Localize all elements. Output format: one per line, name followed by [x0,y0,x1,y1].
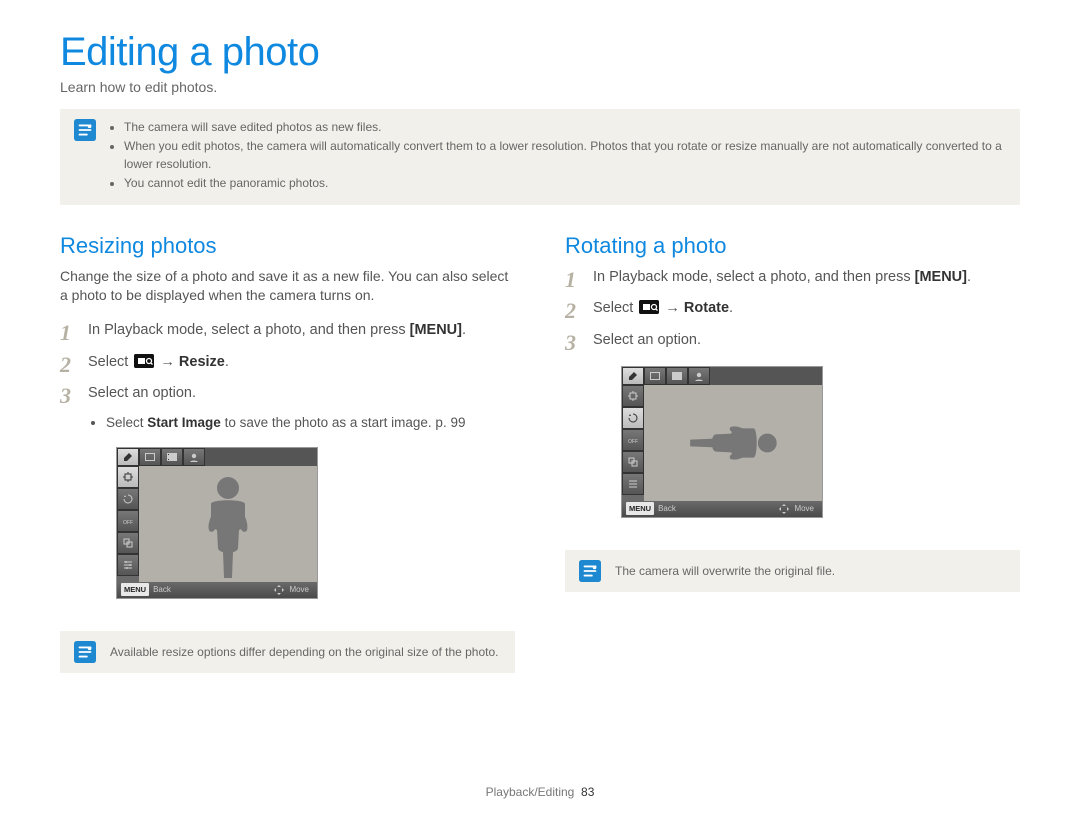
sidebar-resize-icon [117,466,139,488]
sidebar-rotate-icon [622,407,644,429]
start-image-label: Start Image [147,415,221,430]
footer-section: Playback/Editing [486,785,575,799]
notice-box-resize: Available resize options differ dependin… [60,631,515,673]
notice-text: Available resize options differ dependin… [110,641,499,661]
notice-item: When you edit photos, the camera will au… [124,138,1006,173]
tab-face-icon [183,448,205,466]
tab-face-icon [688,367,710,385]
menu-button-label: [MENU] [915,269,967,285]
menu-pill: MENU [121,583,149,596]
step-text: Select [88,354,132,370]
sidebar-resize-icon [622,385,644,407]
option-rotate-label: Rotate [684,300,729,316]
substep: Select Start Image to save the photo as … [106,413,515,433]
move-label: Move [289,584,309,596]
svg-text:OFF: OFF [628,439,638,445]
camera-screenshot-rotate: OFF Right 90˚ [621,366,823,518]
section-rotating: Rotating a photo In Playback mode, selec… [565,233,1020,673]
tab-film-icon [666,367,688,385]
step-text: . [729,300,733,316]
step-text: In Playback mode, select a photo, and th… [593,269,915,285]
sidebar-adjust-icon [622,473,644,495]
step-2: Select Rotate. [565,298,1020,320]
step-text: . [967,269,971,285]
cam-sidebar: OFF [622,385,644,501]
notice-text: The camera will overwrite the original f… [615,560,835,580]
step-1: In Playback mode, select a photo, and th… [565,267,1020,289]
step-text: . [225,354,229,370]
step-2: Select Resize. [60,352,515,374]
notice-box-top: The camera will save edited photos as ne… [60,109,1020,205]
menu-button-label: [MENU] [410,322,462,338]
note-icon [74,641,96,663]
step-text: Select an option. [88,385,196,401]
note-icon [74,119,96,141]
step-text: In Playback mode, select a photo, and th… [88,322,410,338]
tab-edit-icon [622,367,644,385]
cam-bottom-bar: MENU Back Move [622,501,822,517]
back-label: Back [658,503,676,515]
dpad-icon [778,503,790,515]
steps-rotate: In Playback mode, select a photo, and th… [565,267,1020,518]
section-heading-resize: Resizing photos [60,233,515,259]
back-label: Back [153,584,171,596]
tab-frame-icon [644,367,666,385]
page-subtitle: Learn how to edit photos. [60,79,1020,95]
notice-item: You cannot edit the panoramic photos. [124,175,1006,192]
page-footer: Playback/Editing 83 [0,785,1080,799]
sidebar-adjust-icon [117,554,139,576]
step-3: Select an option. OFF [565,330,1020,518]
tab-film-icon [161,448,183,466]
sidebar-crop-icon [622,451,644,473]
page-number: 83 [581,785,594,799]
step-3: Select an option. Select Start Image to … [60,383,515,598]
notice-item: The camera will save edited photos as ne… [124,119,1006,136]
notice-box-rotate: The camera will overwrite the original f… [565,550,1020,592]
editor-icon [134,354,154,368]
sidebar-rotate-icon [117,488,139,510]
substep-text: Select [106,415,147,430]
editor-icon [639,300,659,314]
cam-bottom-bar: MENU Back Move [117,582,317,598]
substep-text: to save the photo as a start image. p. 9… [221,415,466,430]
notice-list: The camera will save edited photos as ne… [110,119,1006,195]
camera-screenshot-resize: OFF 1984 X 1488 MENU Back [116,447,318,599]
steps-resize: In Playback mode, select a photo, and th… [60,320,515,599]
move-label: Move [794,503,814,515]
cam-canvas [644,385,822,501]
cam-sidebar: OFF [117,466,139,582]
section-resizing: Resizing photos Change the size of a pho… [60,233,515,673]
dpad-icon [273,584,285,596]
step-text: Select [593,300,637,316]
person-silhouette-icon [193,474,263,582]
person-silhouette-rotated-icon [686,413,780,473]
step-1: In Playback mode, select a photo, and th… [60,320,515,342]
note-icon [579,560,601,582]
page-title: Editing a photo [60,30,1020,75]
menu-pill: MENU [626,502,654,515]
svg-text:OFF: OFF [123,520,133,526]
cam-top-tabs [622,367,822,385]
cam-top-tabs [117,448,317,466]
tab-edit-icon [117,448,139,466]
tab-frame-icon [139,448,161,466]
section-heading-rotate: Rotating a photo [565,233,1020,259]
section-desc-resize: Change the size of a photo and save it a… [60,267,515,306]
option-resize-label: Resize [179,354,225,370]
step-text: Select an option. [593,332,701,348]
cam-canvas [139,466,317,582]
sidebar-crop-icon [117,532,139,554]
arrow-icon [665,300,680,316]
step-text: . [462,322,466,338]
sidebar-effect-off-icon: OFF [117,510,139,532]
sidebar-effect-off-icon: OFF [622,429,644,451]
arrow-icon [160,354,175,370]
